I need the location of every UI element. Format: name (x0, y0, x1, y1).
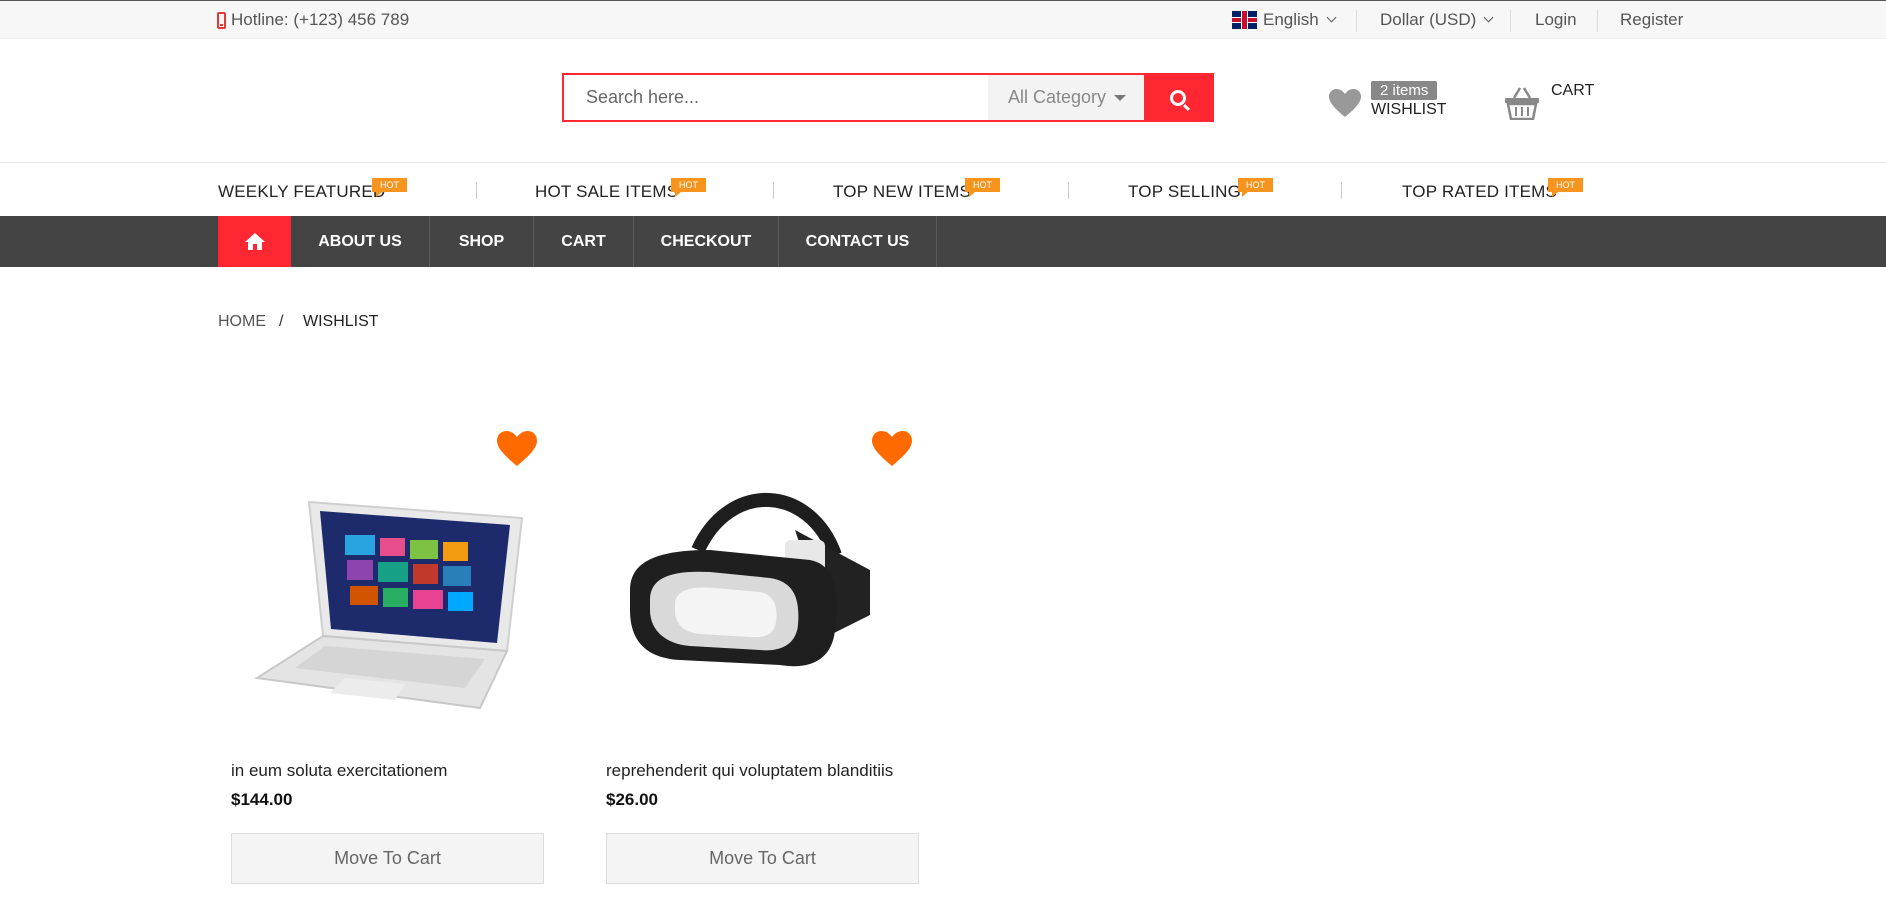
divider (1341, 182, 1342, 199)
phone-icon (217, 11, 226, 29)
featured-link-hot-sale[interactable]: HOT SALE ITEMS (535, 182, 678, 202)
product-card: in eum soluta exercitationem $144.00 Mov… (231, 420, 545, 890)
caret-down-icon (1114, 95, 1126, 101)
hot-badge: HOT (1548, 178, 1583, 197)
product-price: $144.00 (231, 790, 293, 809)
language-selector[interactable]: English (1232, 10, 1337, 30)
product-card: reprehenderit qui voluptatem blanditiis … (606, 420, 920, 890)
main-nav: ABOUT US SHOP CART CHECKOUT CONTACT US (0, 216, 1886, 267)
move-to-cart-button[interactable]: Move To Cart (606, 833, 919, 884)
search-icon (1170, 89, 1186, 106)
cart-link[interactable]: CART (1551, 82, 1594, 100)
nav-item-checkout[interactable]: CHECKOUT (634, 216, 779, 267)
search-bar: All Category (562, 73, 1214, 122)
category-select[interactable]: All Category (988, 75, 1144, 120)
currency-label: Dollar (USD) (1380, 10, 1477, 29)
featured-link-top-selling[interactable]: TOP SELLING (1128, 182, 1241, 202)
divider (1597, 10, 1598, 32)
hotline-text: Hotline: (+123) 456 789 (231, 10, 410, 29)
language-label: English (1263, 10, 1319, 29)
wishlist-link[interactable]: WISHLIST (1371, 101, 1447, 119)
breadcrumb-current: WISHLIST (303, 313, 379, 330)
hot-badge: HOT (671, 178, 706, 197)
nav-item-contact-us[interactable]: CONTACT US (779, 216, 937, 267)
divider (1068, 182, 1069, 199)
product-name[interactable]: in eum soluta exercitationem (231, 761, 447, 781)
move-to-cart-button[interactable]: Move To Cart (231, 833, 544, 884)
login-link[interactable]: Login (1535, 10, 1577, 30)
hot-badge: HOT (1238, 178, 1273, 197)
divider (1356, 10, 1357, 32)
nav-item-cart[interactable]: CART (534, 216, 634, 267)
chevron-down-icon (1326, 12, 1337, 23)
divider (773, 182, 774, 199)
hot-badge: HOT (372, 178, 407, 197)
laptop-image[interactable] (245, 460, 535, 720)
hot-badge: HOT (965, 178, 1000, 197)
top-bar: Hotline: (+123) 456 789 English Dollar (… (0, 0, 1886, 39)
divider (476, 182, 477, 199)
register-link[interactable]: Register (1620, 10, 1683, 30)
product-name[interactable]: reprehenderit qui voluptatem blanditiis (606, 761, 893, 781)
product-price: $26.00 (606, 790, 658, 809)
nav-home-button[interactable] (218, 216, 291, 267)
basket-icon[interactable] (1504, 86, 1540, 120)
search-input[interactable] (564, 75, 988, 120)
currency-selector[interactable]: Dollar (USD) (1380, 10, 1494, 30)
home-icon (244, 233, 265, 250)
wishlist-heart-icon[interactable] (1328, 88, 1362, 118)
breadcrumb-home[interactable]: HOME (218, 313, 266, 331)
featured-link-top-new[interactable]: TOP NEW ITEMS (833, 182, 971, 202)
category-label: All Category (1008, 87, 1107, 107)
breadcrumb-separator: / (279, 313, 284, 330)
divider (1510, 10, 1511, 32)
search-button[interactable] (1144, 75, 1212, 120)
featured-link-top-rated[interactable]: TOP RATED ITEMS (1402, 182, 1557, 202)
divider (0, 162, 1886, 163)
nav-item-shop[interactable]: SHOP (430, 216, 534, 267)
chevron-down-icon (1483, 12, 1494, 23)
wishlist-count-badge: 2 items (1371, 81, 1438, 100)
vr-headset-image[interactable] (620, 460, 910, 720)
nav-item-about-us[interactable]: ABOUT US (291, 216, 430, 267)
hotline: Hotline: (+123) 456 789 (217, 10, 409, 30)
featured-link-weekly[interactable]: WEEKLY FEATURED (218, 182, 385, 202)
uk-flag-icon (1232, 11, 1257, 29)
